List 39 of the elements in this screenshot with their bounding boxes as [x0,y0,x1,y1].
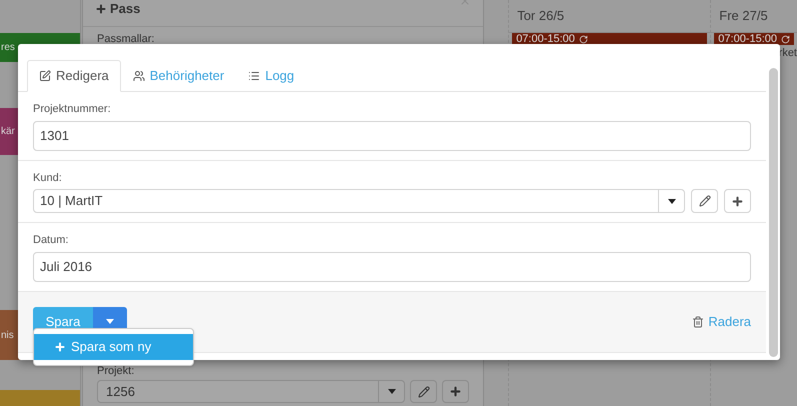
caret-icon [668,198,676,204]
field-label: Kund: [33,170,63,186]
event-label: nis [1,328,14,342]
add-button[interactable] [442,380,469,403]
plus-icon [54,340,66,352]
project-select[interactable]: 1256 [97,380,405,403]
edit-button[interactable] [410,380,437,403]
users-icon [132,70,145,82]
day-header: Fre 27/5 [719,7,768,26]
plus-icon [449,385,462,398]
repeat-icon [781,34,790,44]
repeat-icon [578,34,588,44]
delete-link[interactable]: Radera [692,312,751,332]
event-label: kär [1,125,15,139]
trash-icon [692,316,704,328]
caret-icon [388,389,396,394]
field-label: Projekt: [97,365,136,377]
day-header: Tor 26/5 [517,7,564,26]
field-label: Datum: [33,233,70,248]
menu-item[interactable]: Spara som ny [34,334,193,360]
tab[interactable]: Redigera [27,60,121,92]
input-field[interactable]: 1301 [33,120,751,150]
caret-icon [106,319,114,324]
pencil-icon [418,386,430,398]
tab[interactable]: Logg [236,60,306,92]
scrollbar[interactable] [768,68,778,357]
pencil-icon [698,195,710,207]
plus-icon [95,3,107,15]
panel-title: Pass [110,1,140,17]
field-label: Projektnummer: [33,102,112,117]
customer-select[interactable]: 10 | MartIT [33,189,685,213]
event-time: 07:00-15:00 [516,34,575,44]
field-label: Passmallar: [97,33,156,45]
edit-icon [39,70,51,82]
input-field[interactable]: Juli 2016 [33,252,751,282]
tab[interactable]: Behörigheter [120,60,236,92]
event-label: res [1,41,15,55]
event-time: 07:00-15:00 [718,34,777,44]
plus-icon [731,194,744,208]
